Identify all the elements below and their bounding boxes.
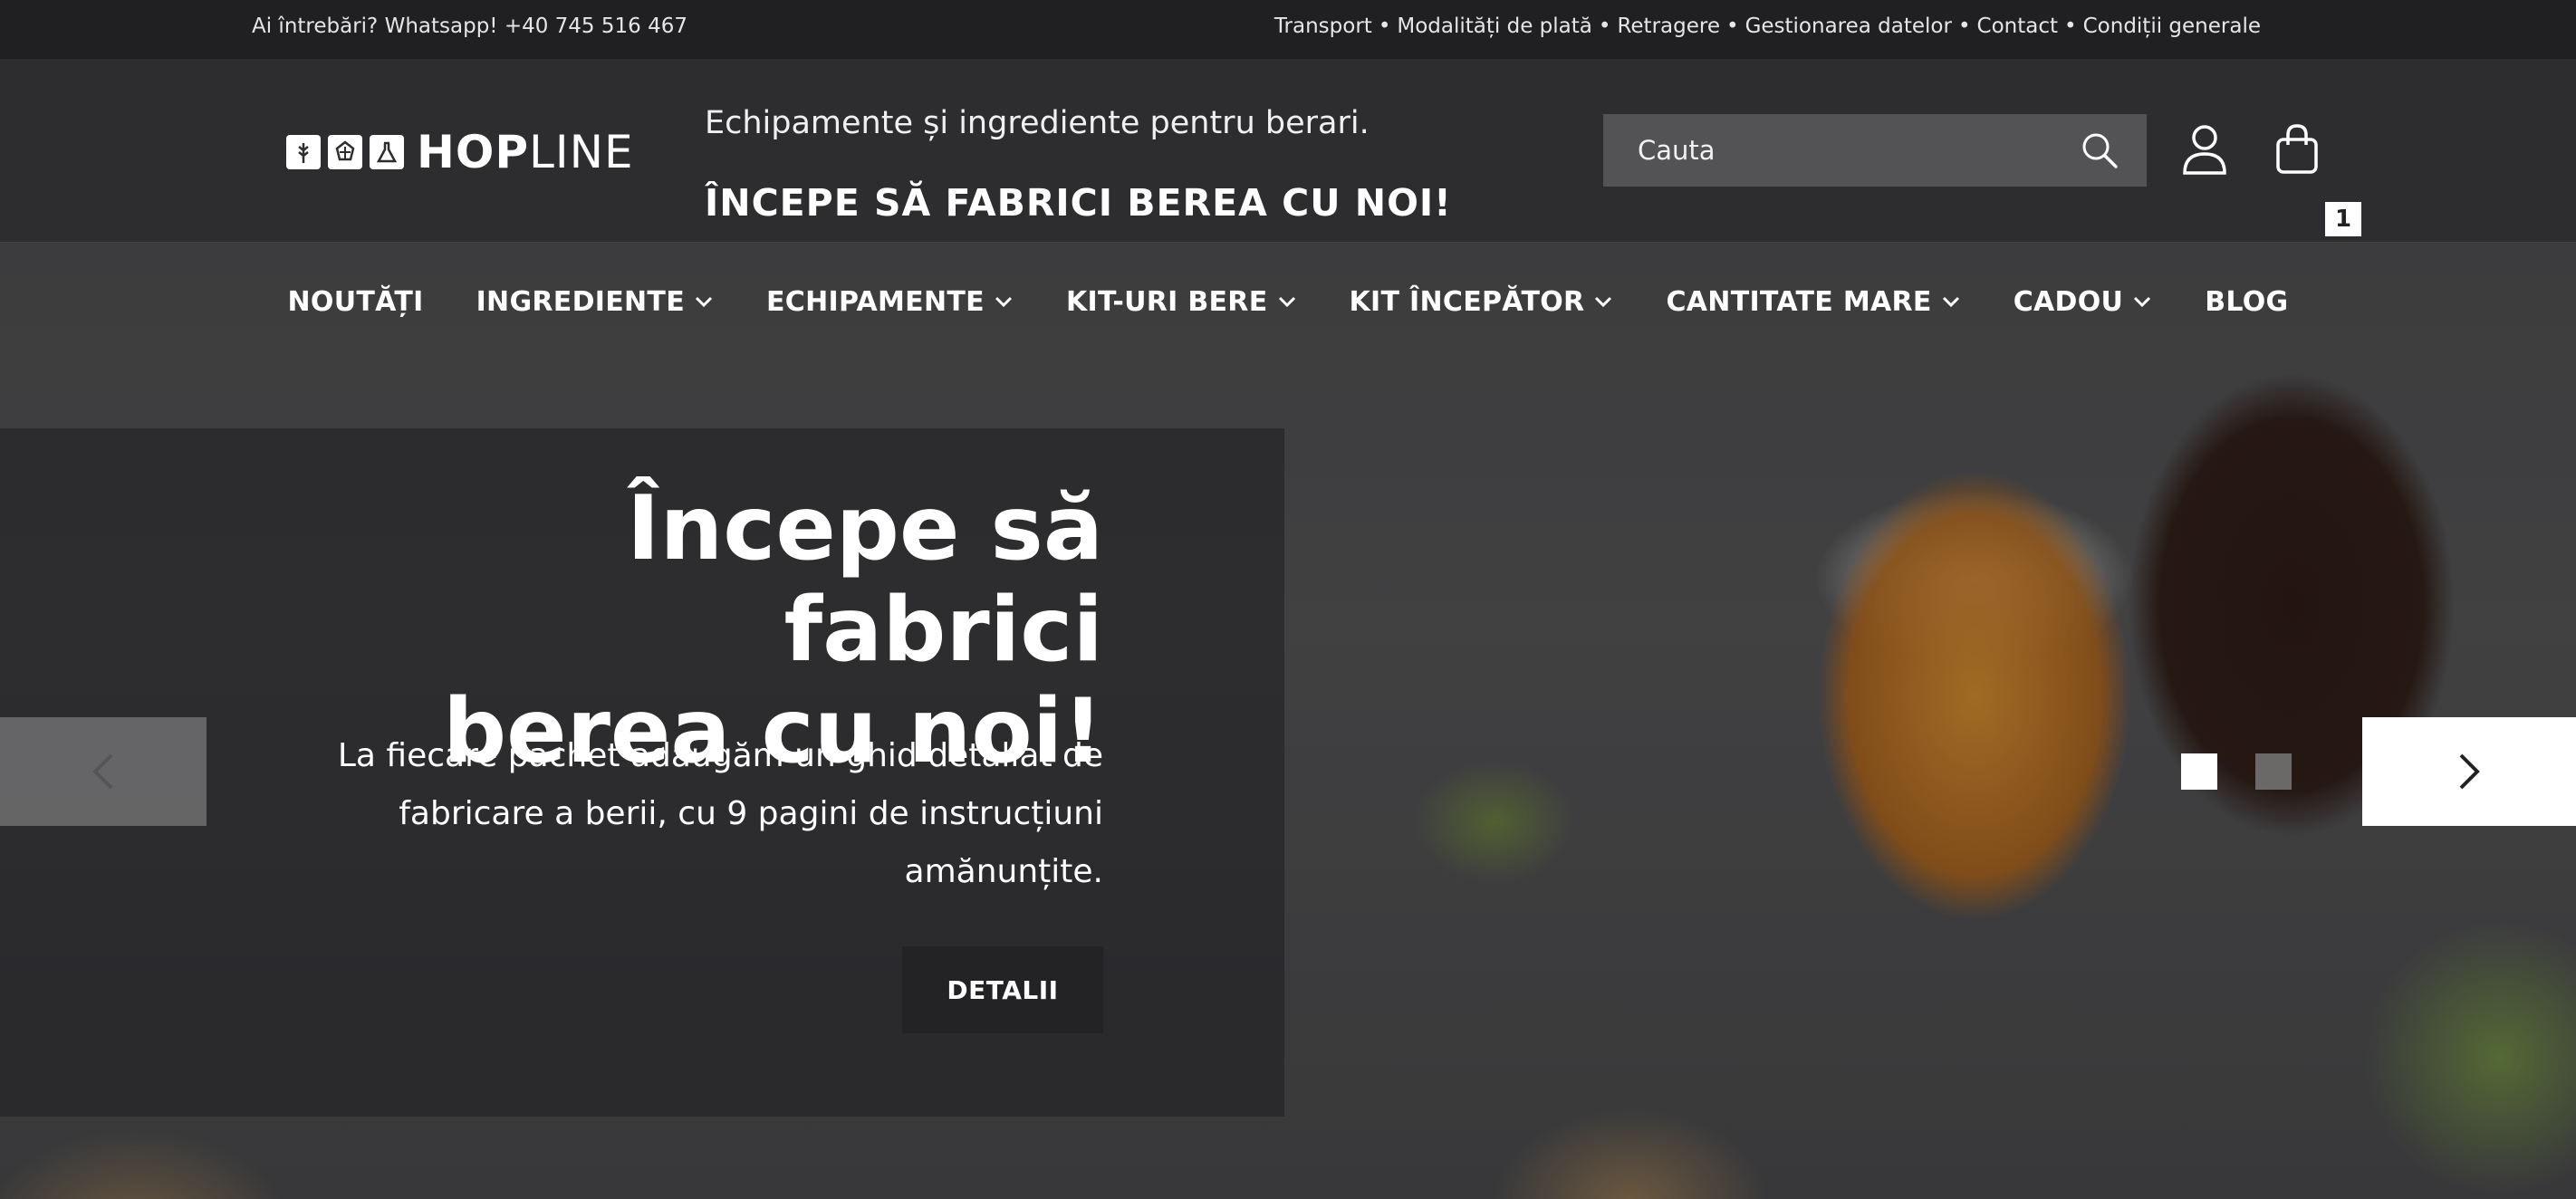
wheat-icon [286, 135, 321, 169]
hop-icon [328, 135, 362, 169]
chevron-down-icon [695, 296, 713, 308]
nav-item-cadou[interactable]: CADOU [2014, 286, 2153, 318]
link-transport[interactable]: Transport [1274, 14, 1372, 38]
slide-dot-1[interactable] [2181, 753, 2217, 790]
link-data-management[interactable]: Gestionarea datelor [1745, 14, 1952, 38]
user-account-icon[interactable] [2181, 123, 2228, 176]
flask-icon [370, 135, 404, 169]
nav-item-echipamente[interactable]: ECHIPAMENTE [766, 286, 1014, 318]
nav-item-cantitate-mare[interactable]: CANTITATE MARE [1666, 286, 1960, 318]
slider-dots [2181, 753, 2292, 790]
nav-item-kit-incepator[interactable]: KIT ÎNCEPĂTOR [1350, 286, 1614, 318]
slider-prev-button[interactable] [0, 717, 207, 826]
hero-description: La fiecare pachet adăugăm un ghid detali… [337, 737, 1103, 890]
chevron-left-icon [92, 753, 113, 790]
hero-slider: NOUTĂȚI INGREDIENTE ECHIPAMENTE KIT-URI … [0, 243, 2576, 1199]
slider-next-button[interactable] [2362, 717, 2576, 826]
search-icon[interactable] [2080, 130, 2119, 170]
search-bar [1603, 114, 2147, 187]
whatsapp-contact[interactable]: Ai întrebări? Whatsapp! +40 745 516 467 [252, 14, 687, 38]
hopline-logo[interactable]: HOPLINE [286, 126, 634, 178]
separator: • [2064, 14, 2077, 38]
nav-item-noutati[interactable]: NOUTĂȚI [288, 286, 424, 318]
logo-wordmark: HOPLINE [417, 126, 634, 178]
separator: • [1378, 14, 1391, 38]
site-header: HOPLINE Echipamente și ingrediente pentr… [0, 60, 2576, 243]
link-terms[interactable]: Condiții generale [2083, 14, 2261, 38]
details-button[interactable]: DETALII [902, 946, 1103, 1033]
separator: • [1725, 14, 1739, 38]
chevron-down-icon [1278, 296, 1295, 308]
chevron-down-icon [1942, 296, 1959, 308]
nav-item-kit-uri-bere[interactable]: KIT-URI BERE [1066, 286, 1297, 318]
nav-item-blog[interactable]: BLOG [2205, 286, 2288, 318]
search-input[interactable] [1603, 114, 2056, 187]
slide-dot-2[interactable] [2255, 753, 2292, 790]
nav-item-ingrediente[interactable]: INGREDIENTE [476, 286, 714, 318]
link-withdrawal[interactable]: Retragere [1617, 14, 1720, 38]
link-contact[interactable]: Contact [1977, 14, 2058, 38]
cart-count-badge: 1 [2325, 202, 2361, 236]
separator: • [1598, 14, 1611, 38]
main-navigation: NOUTĂȚI INGREDIENTE ECHIPAMENTE KIT-URI … [0, 243, 2576, 360]
chevron-down-icon [1595, 296, 1612, 308]
shopping-bag-icon[interactable] [2273, 123, 2321, 176]
chevron-down-icon [995, 296, 1013, 308]
logo-icons [286, 135, 404, 169]
chevron-right-icon [2459, 753, 2480, 790]
slogan: ÎNCEPE SĂ FABRICI BEREA CU NOI! [705, 181, 1452, 225]
link-payment-methods[interactable]: Modalități de plată [1397, 14, 1591, 38]
chevron-down-icon [2134, 296, 2151, 308]
top-bar: Ai întrebări? Whatsapp! +40 745 516 467 … [0, 0, 2576, 60]
tagline: Echipamente și ingrediente pentru berari… [705, 105, 1370, 141]
separator: • [1957, 14, 1971, 38]
top-links: Transport • Modalități de plată • Retrag… [1274, 14, 2261, 38]
